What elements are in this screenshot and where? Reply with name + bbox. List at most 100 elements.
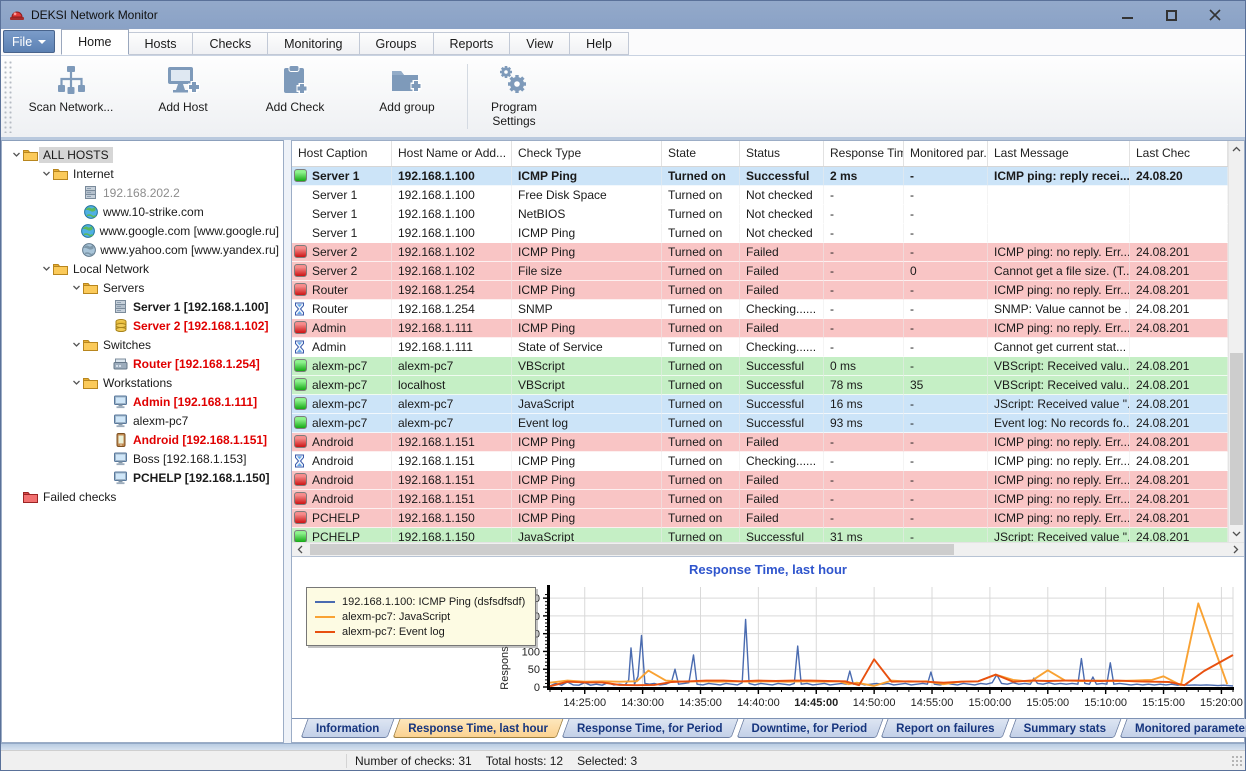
program-settings-button[interactable]: Program Settings (472, 56, 556, 137)
bottom-tab-monitored-parameter[interactable]: Monitored parameter (1123, 719, 1246, 738)
tree-item-local-network[interactable]: Local Network (2, 259, 283, 278)
cell-status: Successful (740, 167, 824, 186)
tree-expand-arrow[interactable] (70, 340, 82, 349)
table-row[interactable]: alexm-pc7alexm-pc7VBScriptTurned onSucce… (292, 357, 1228, 376)
table-row[interactable]: PCHELP192.168.1.150JavaScriptTurned onSu… (292, 528, 1228, 542)
svg-text:50: 50 (528, 664, 540, 676)
tab-monitoring[interactable]: Monitoring (267, 32, 359, 55)
tree-item-label: Internet (69, 166, 118, 182)
column-header-monitored-par[interactable]: Monitored par... (904, 141, 988, 166)
table-row[interactable]: Server 1192.168.1.100ICMP PingTurned onS… (292, 167, 1228, 186)
column-header-host-name-or-add[interactable]: Host Name or Add... (392, 141, 512, 166)
table-row[interactable]: Router192.168.1.254ICMP PingTurned onFai… (292, 281, 1228, 300)
add-check-button[interactable]: Add Check (239, 56, 351, 137)
tree-item-switches[interactable]: Switches (2, 335, 283, 354)
scan-network-button[interactable]: Scan Network... (15, 56, 127, 137)
scroll-up-button[interactable] (1229, 141, 1244, 157)
tree-item-www-google-com-www-google-ru[interactable]: www.google.com [www.google.ru] (2, 221, 283, 240)
tree-item-192-168-202-2[interactable]: 192.168.202.2 (2, 183, 283, 202)
column-header-check-type[interactable]: Check Type (512, 141, 662, 166)
cell-host-caption: Server 1 (292, 224, 392, 243)
tree-item-pchelp-192-168-1-150[interactable]: PCHELP [192.168.1.150] (2, 468, 283, 487)
vertical-scrollbar[interactable] (1228, 141, 1244, 542)
table-row[interactable]: Android192.168.1.151ICMP PingTurned onFa… (292, 433, 1228, 452)
tree-item-server-2-192-168-1-102[interactable]: Server 2 [192.168.1.102] (2, 316, 283, 335)
scroll-down-button[interactable] (1229, 526, 1244, 542)
cell-host-name: alexm-pc7 (392, 357, 512, 376)
tree-item-servers[interactable]: Servers (2, 278, 283, 297)
tree-item-failed-checks[interactable]: Failed checks (2, 487, 283, 506)
cell-status: Not checked (740, 186, 824, 205)
tab-help[interactable]: Help (569, 32, 629, 55)
panel-splitter[interactable] (284, 140, 291, 743)
tree-expand-arrow[interactable] (10, 150, 22, 159)
table-row[interactable]: Android192.168.1.151ICMP PingTurned onCh… (292, 452, 1228, 471)
table-row[interactable]: Android192.168.1.151ICMP PingTurned onFa… (292, 490, 1228, 509)
tree-expand-arrow[interactable] (40, 169, 52, 178)
table-row[interactable]: Server 1192.168.1.100ICMP PingTurned onN… (292, 224, 1228, 243)
add-group-button[interactable]: Add group (351, 56, 463, 137)
tab-hosts[interactable]: Hosts (128, 32, 194, 55)
tree-item-workstations[interactable]: Workstations (2, 373, 283, 392)
minimize-button[interactable] (1105, 2, 1149, 28)
tab-view[interactable]: View (509, 32, 570, 55)
bottom-tab-summary-stats[interactable]: Summary stats (1012, 719, 1118, 738)
bottom-tab-response-time-for-period[interactable]: Response Time, for Period (565, 719, 735, 738)
column-header-host-caption[interactable]: Host Caption (292, 141, 392, 166)
file-menu-button[interactable]: File (3, 30, 55, 53)
maximize-button[interactable] (1149, 2, 1193, 28)
bottom-tab-information[interactable]: Information (304, 719, 391, 738)
column-header-state[interactable]: State (662, 141, 740, 166)
bottom-tab-report-on-failures[interactable]: Report on failures (884, 719, 1006, 738)
tab-checks[interactable]: Checks (192, 32, 268, 55)
table-row[interactable]: Admin192.168.1.111State of ServiceTurned… (292, 338, 1228, 357)
tree-expand-arrow[interactable] (70, 378, 82, 387)
hscroll-track[interactable] (308, 543, 1228, 556)
tree-item-internet[interactable]: Internet (2, 164, 283, 183)
column-header-last-chec[interactable]: Last Chec (1130, 141, 1228, 166)
tree-item-server-1-192-168-1-100[interactable]: Server 1 [192.168.1.100] (2, 297, 283, 316)
tree-item-admin-192-168-1-111[interactable]: Admin [192.168.1.111] (2, 392, 283, 411)
bottom-tab-response-time-last-hour[interactable]: Response Time, last hour (396, 719, 560, 738)
cell-host-name: 192.168.1.100 (392, 224, 512, 243)
table-row[interactable]: Server 2192.168.1.102ICMP PingTurned onF… (292, 243, 1228, 262)
scroll-left-button[interactable] (292, 545, 308, 554)
tree-item-label: alexm-pc7 (129, 413, 192, 429)
bottom-tab-downtime-for-period[interactable]: Downtime, for Period (740, 719, 880, 738)
vscroll-track[interactable] (1229, 157, 1244, 526)
column-header-last-message[interactable]: Last Message (988, 141, 1130, 166)
vscroll-thumb[interactable] (1230, 353, 1243, 525)
resize-grip[interactable] (1231, 755, 1243, 767)
table-row[interactable]: Server 1192.168.1.100Free Disk SpaceTurn… (292, 186, 1228, 205)
table-row[interactable]: Server 1192.168.1.100NetBIOSTurned onNot… (292, 205, 1228, 224)
cell-last-checked: 24.08.201 (1130, 433, 1228, 452)
tree-item-www-yahoo-com-www-yandex-ru[interactable]: www.yahoo.com [www.yandex.ru] (2, 240, 283, 259)
column-header-response-time[interactable]: Response Time (824, 141, 904, 166)
tree-item-www-10-strike-com[interactable]: www.10-strike.com (2, 202, 283, 221)
tree-item-android-192-168-1-151[interactable]: Android [192.168.1.151] (2, 430, 283, 449)
scroll-right-button[interactable] (1228, 545, 1244, 554)
hscroll-thumb[interactable] (310, 544, 954, 555)
tab-reports[interactable]: Reports (433, 32, 511, 55)
add-host-button[interactable]: Add Host (127, 56, 239, 137)
horizontal-scrollbar[interactable] (292, 542, 1244, 556)
tree-item-boss-192-168-1-153[interactable]: Boss [192.168.1.153] (2, 449, 283, 468)
tab-groups[interactable]: Groups (359, 32, 434, 55)
table-row[interactable]: alexm-pc7localhostVBScriptTurned onSucce… (292, 376, 1228, 395)
table-row[interactable]: alexm-pc7alexm-pc7Event logTurned onSucc… (292, 414, 1228, 433)
column-header-status[interactable]: Status (740, 141, 824, 166)
tree-expand-arrow[interactable] (70, 283, 82, 292)
table-row[interactable]: Router192.168.1.254SNMPTurned onChecking… (292, 300, 1228, 319)
table-row[interactable]: Server 2192.168.1.102File sizeTurned onF… (292, 262, 1228, 281)
tree-expand-arrow[interactable] (40, 264, 52, 273)
close-button[interactable] (1193, 2, 1237, 28)
tree-item-alexm-pc7[interactable]: alexm-pc7 (2, 411, 283, 430)
table-row[interactable]: Android192.168.1.151ICMP PingTurned onFa… (292, 471, 1228, 490)
table-row[interactable]: alexm-pc7alexm-pc7JavaScriptTurned onSuc… (292, 395, 1228, 414)
tree-item-all-hosts[interactable]: ALL HOSTS (2, 145, 283, 164)
table-row[interactable]: PCHELP192.168.1.150ICMP PingTurned onFai… (292, 509, 1228, 528)
tree-item-router-192-168-1-254[interactable]: Router [192.168.1.254] (2, 354, 283, 373)
cell-monitored-parameter: 35 (904, 376, 988, 395)
tab-home[interactable]: Home (61, 29, 128, 55)
table-row[interactable]: Admin192.168.1.111ICMP PingTurned onFail… (292, 319, 1228, 338)
